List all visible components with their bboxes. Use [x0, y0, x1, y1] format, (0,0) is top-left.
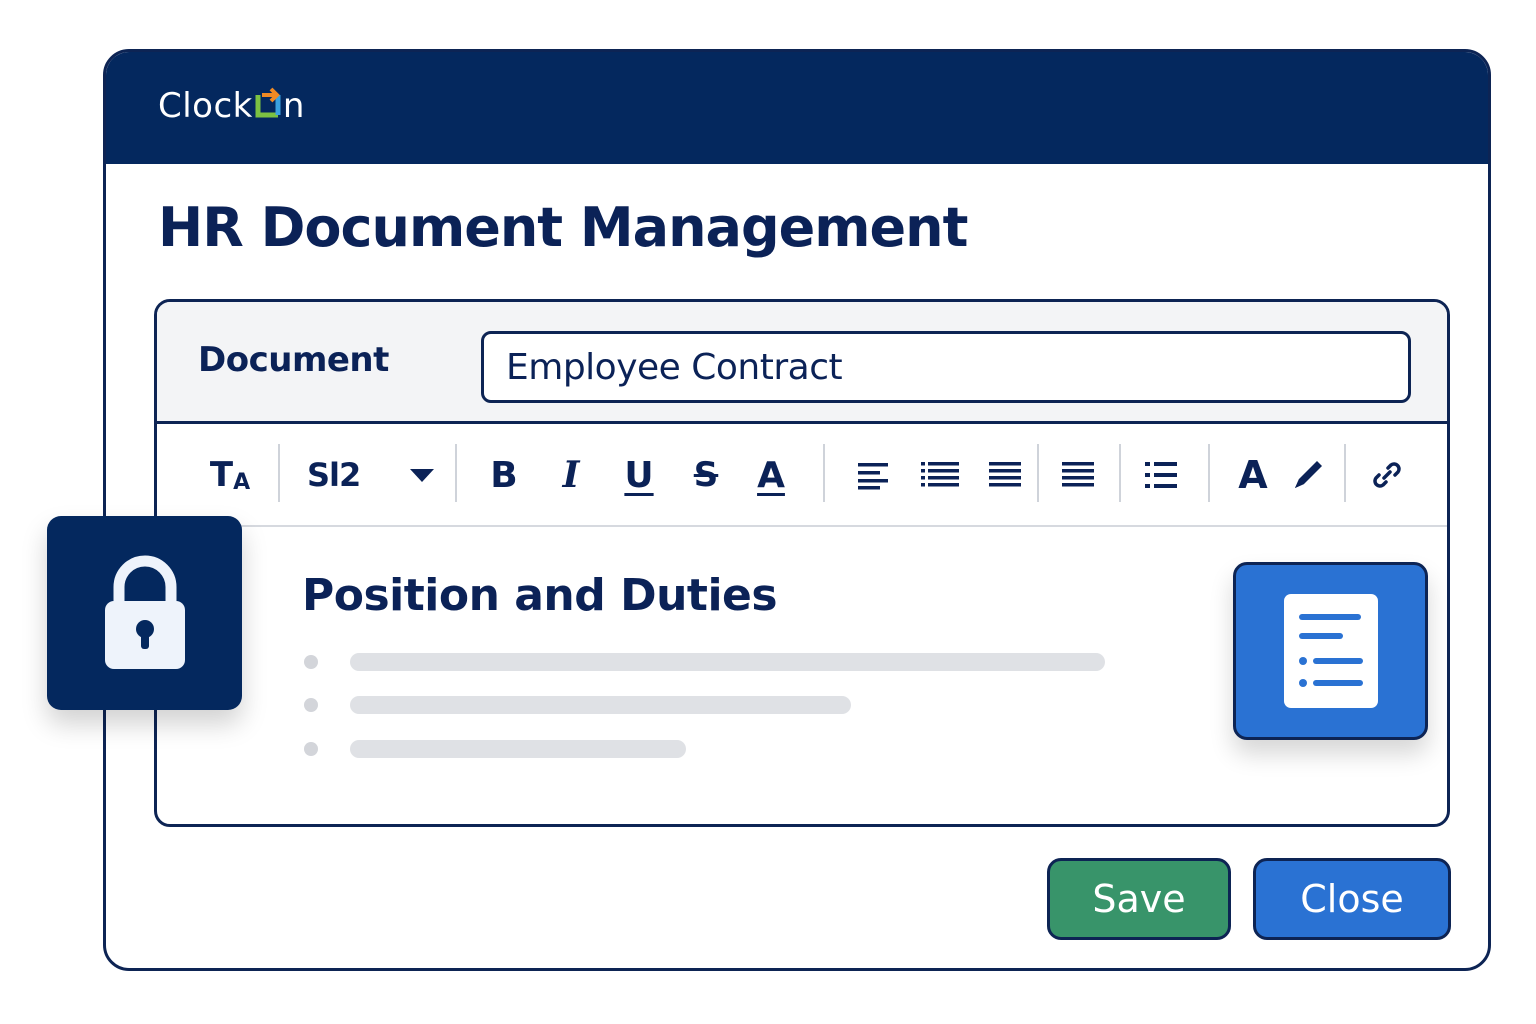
strikethrough-icon: S [693, 455, 719, 495]
document-label: Document [198, 340, 389, 380]
italic-icon: I [562, 454, 580, 496]
document-name-input[interactable] [481, 331, 1411, 403]
text-style-glyph: T [209, 455, 234, 495]
chevron-down-icon [410, 469, 434, 482]
logo-o-mark [253, 86, 283, 126]
bullet-dot [304, 742, 318, 756]
align-full-button[interactable] [1060, 452, 1096, 498]
toolbar-divider [1208, 444, 1210, 502]
clockon-logo: Clock n [158, 86, 305, 126]
font-color-icon: A [757, 454, 785, 496]
align-justify-button[interactable] [987, 452, 1023, 498]
hr-document-window: Clock n HR Document Management Document … [103, 49, 1491, 971]
font-size-dropdown[interactable]: Sl2 [307, 452, 435, 498]
list-button[interactable] [1143, 452, 1179, 498]
save-button[interactable]: Save [1047, 858, 1231, 940]
logo-text-prefix: Clock [158, 86, 253, 126]
document-editor: Document TA Sl2 B I U [154, 299, 1450, 827]
toolbar-divider [1037, 444, 1039, 502]
align-justify-icon [989, 462, 1021, 487]
toolbar-divider [455, 444, 457, 502]
align-left-icon [858, 463, 888, 490]
formatting-toolbar: TA Sl2 B I U S A A [157, 424, 1447, 527]
bulleted-list-button[interactable] [920, 452, 960, 498]
italic-button[interactable]: I [553, 452, 589, 498]
toolbar-divider [823, 444, 825, 502]
font-color-button[interactable]: A [751, 452, 791, 498]
logo-text-suffix: n [282, 86, 305, 126]
toolbar-divider [1119, 444, 1121, 502]
align-left-button[interactable] [856, 452, 892, 498]
bulleted-list-icon [921, 462, 959, 487]
text-style-icon[interactable]: TA [209, 452, 251, 498]
document-list-tile [1233, 562, 1428, 740]
placeholder-text-line [350, 653, 1105, 671]
text-color-button[interactable]: A [1235, 452, 1271, 498]
list-icon [1145, 462, 1177, 488]
font-size-value: Sl2 [307, 456, 361, 494]
bold-button[interactable]: B [486, 452, 522, 498]
underline-icon: U [624, 454, 654, 496]
text-style-sub-glyph: A [233, 469, 251, 495]
pen-icon [1295, 461, 1322, 488]
underline-button[interactable]: U [619, 452, 659, 498]
toolbar-divider [1344, 444, 1346, 502]
lock-icon [104, 555, 185, 669]
section-title: Position and Duties [302, 570, 778, 621]
close-button[interactable]: Close [1253, 858, 1451, 940]
document-name-row: Document [157, 302, 1447, 424]
pen-button[interactable] [1290, 452, 1326, 498]
placeholder-text-line [350, 696, 851, 714]
bullet-dot [304, 655, 318, 669]
link-icon [1373, 462, 1401, 488]
bullet-dot [304, 698, 318, 712]
toolbar-divider [278, 444, 280, 502]
app-header: Clock n [106, 52, 1488, 164]
document-list-icon [1283, 594, 1378, 708]
placeholder-text-line [350, 740, 686, 758]
align-full-icon [1062, 462, 1094, 487]
bold-icon: B [490, 454, 518, 496]
strikethrough-button[interactable]: S [686, 452, 726, 498]
text-color-icon: A [1238, 453, 1268, 497]
page-title: HR Document Management [158, 196, 968, 259]
lock-tile [47, 516, 242, 710]
link-button[interactable] [1369, 452, 1405, 498]
